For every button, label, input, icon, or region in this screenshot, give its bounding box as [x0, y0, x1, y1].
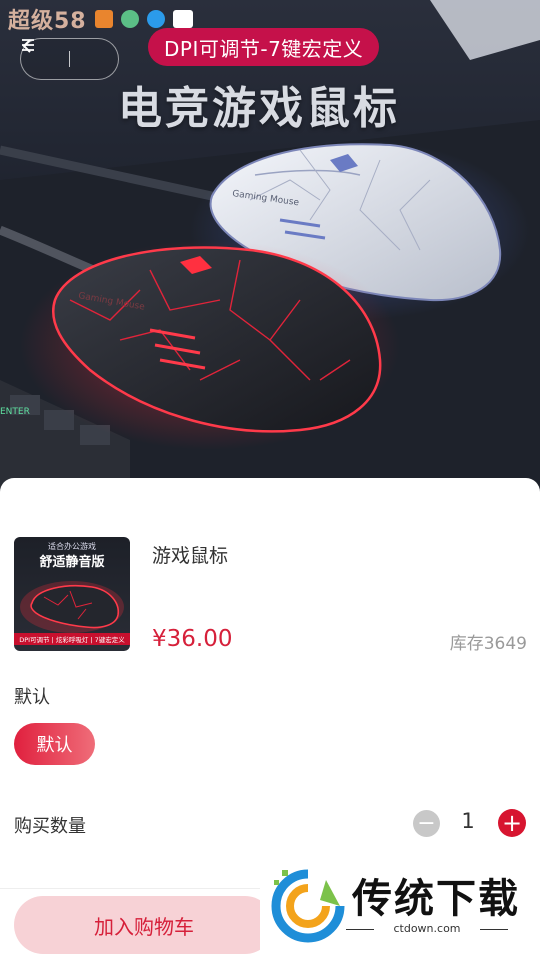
banner-pill: DPI可调节-7键宏定义	[148, 28, 380, 66]
plus-icon: +	[501, 809, 523, 837]
watermark-title: 传统下载	[352, 876, 520, 922]
download-icon	[146, 10, 165, 28]
product-hero-image: ENTER Gaming Mouse Gaming Mouse 超级58 DPI…	[0, 0, 540, 500]
add-to-cart-button[interactable]: 加入购物车	[14, 896, 274, 954]
thumbnail-mouse-image	[20, 581, 124, 633]
product-price: ¥36.00	[152, 626, 233, 652]
watermark-logo-icon	[271, 869, 345, 943]
spec-option-default[interactable]: 默认	[14, 723, 95, 765]
card-icon	[172, 10, 193, 28]
menu-button[interactable]	[22, 39, 118, 79]
quantity-decrement-button[interactable]: −	[413, 810, 440, 837]
watermark: 传统下载 ctdown.com	[260, 858, 540, 960]
app-logo: 超级58	[8, 9, 87, 34]
stock-count: 库存3649	[449, 634, 527, 654]
nav-capsule	[20, 38, 119, 80]
app-icon-orange	[94, 10, 113, 28]
menu-icon	[22, 39, 34, 51]
banner-title: 电竞游戏鼠标	[118, 83, 400, 134]
leaf-icon	[120, 10, 139, 28]
watermark-subtitle: ctdown.com	[346, 922, 508, 935]
product-name: 游戏鼠标	[152, 545, 229, 567]
quantity-increment-button[interactable]: +	[498, 809, 526, 837]
svg-text:ENTER: ENTER	[0, 407, 30, 417]
quantity-value[interactable]: 1	[456, 809, 480, 833]
minus-icon: −	[417, 810, 436, 836]
thumbnail-footer: DPI可调节 | 炫彩呼吸灯 | 7键宏定义	[14, 633, 130, 645]
quantity-label: 购买数量	[14, 816, 86, 837]
product-thumbnail: 适合办公游戏 舒适静音版 DPI可调节 | 炫彩呼吸灯 | 7键宏定义	[14, 537, 130, 651]
spec-group-title: 默认	[14, 687, 50, 708]
